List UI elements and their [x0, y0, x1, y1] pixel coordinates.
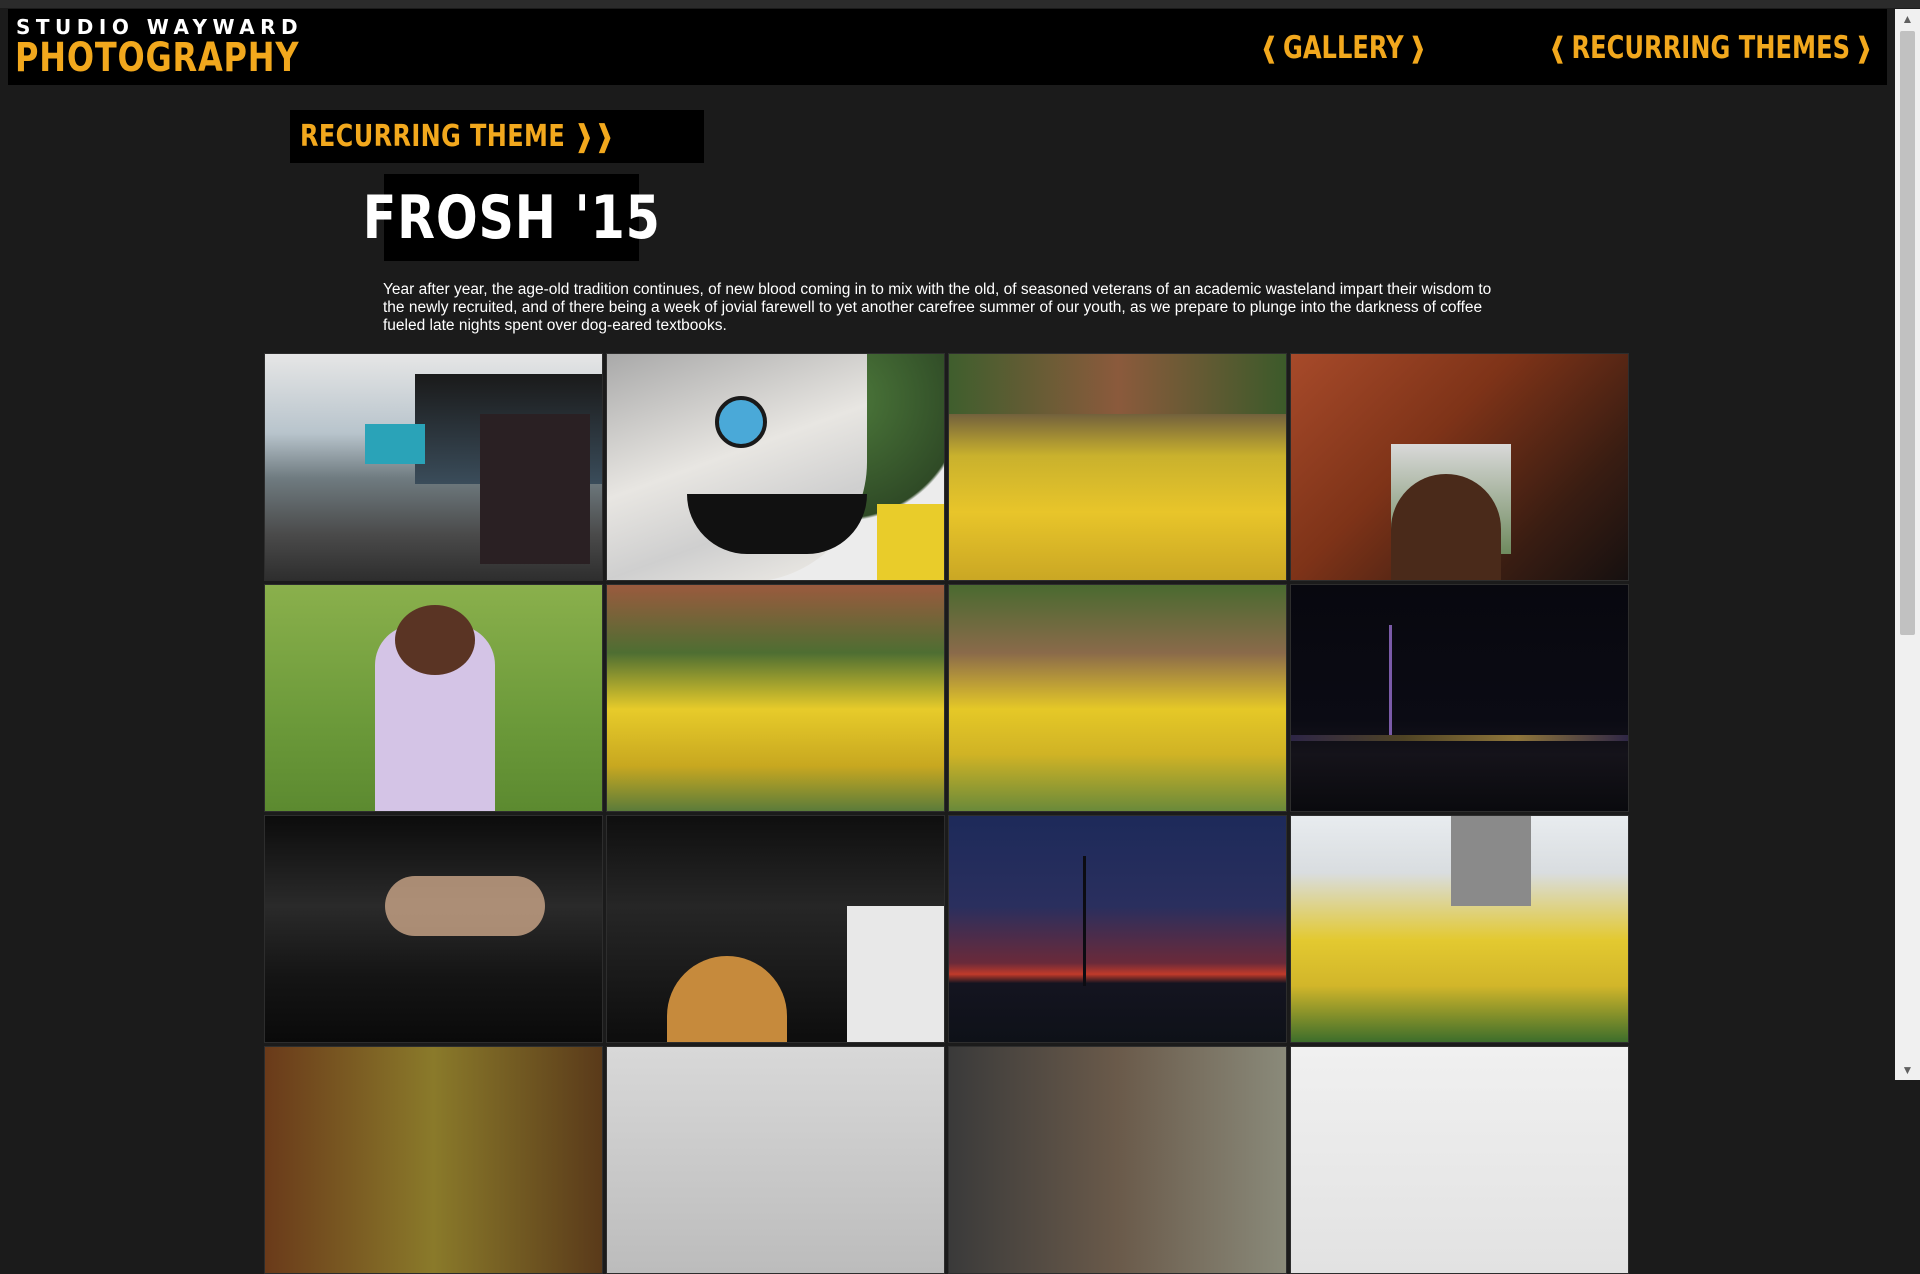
nav-gallery-label: GALLERY [1283, 30, 1405, 66]
page-description: Year after year, the age-old tradition c… [383, 281, 1492, 334]
recurring-theme-label: RECURRING THEME ❱❱ [300, 119, 615, 154]
nav-recurring-themes-label: RECURRING THEMES [1571, 30, 1851, 66]
photo-detail [1083, 856, 1086, 986]
photo-detail [847, 906, 944, 1042]
scroll-down-arrow-icon[interactable]: ▼ [1895, 1060, 1920, 1080]
photo-thumbnail[interactable] [606, 1046, 945, 1274]
photo-detail [385, 876, 545, 936]
page-title-box: FROSH '15 [363, 174, 660, 261]
photo-detail [667, 956, 787, 1042]
photo-thumbnail[interactable] [948, 1046, 1287, 1274]
photo-detail [480, 414, 590, 564]
right-bracket-icon: ❱ [1854, 31, 1873, 64]
photo-thumbnail[interactable] [606, 353, 945, 581]
photo-detail [1291, 735, 1628, 741]
photo-detail [1389, 625, 1392, 735]
nav-recurring-themes-link[interactable]: ❰ RECURRING THEMES ❱ [1549, 29, 1873, 67]
main-nav: ❰ GALLERY ❱ ❰ RECURRING THEMES ❱ [1213, 29, 1873, 67]
photo-detail [395, 605, 475, 675]
photo-thumbnail[interactable] [264, 1046, 603, 1274]
photo-detail [1451, 816, 1531, 906]
photo-detail [949, 354, 1286, 414]
photo-thumbnail[interactable] [264, 353, 603, 581]
photo-detail [715, 396, 767, 448]
photo-thumbnail[interactable] [606, 815, 945, 1043]
left-bracket-icon: ❰ [1260, 31, 1279, 64]
recurring-theme-link[interactable]: RECURRING THEME ❱❱ [290, 110, 704, 163]
photo-thumbnail[interactable] [948, 353, 1287, 581]
scroll-up-arrow-icon[interactable]: ▲ [1895, 9, 1920, 29]
nav-gallery-link[interactable]: ❰ GALLERY ❱ [1260, 29, 1427, 67]
photo-thumbnail[interactable] [1290, 1046, 1629, 1274]
scrollbar-thumb[interactable] [1900, 31, 1915, 635]
left-bracket-icon: ❰ [1548, 31, 1567, 64]
logo-main-text: PHOTOGRAPHY [15, 35, 300, 81]
photo-thumbnail[interactable] [264, 584, 603, 812]
photo-thumbnail[interactable] [948, 584, 1287, 812]
photo-thumbnail[interactable] [1290, 584, 1629, 812]
photo-thumbnail[interactable] [264, 815, 603, 1043]
photo-thumbnail[interactable] [948, 815, 1287, 1043]
site-header: STUDIO WAYWARD PHOTOGRAPHY ❰ GALLERY ❱ ❰… [8, 9, 1887, 85]
right-bracket-icon: ❱ [1408, 31, 1428, 64]
photo-thumbnail[interactable] [1290, 815, 1629, 1043]
page-title: FROSH '15 [362, 182, 661, 253]
photo-detail [1391, 474, 1501, 580]
photo-grid [264, 353, 1630, 1274]
photo-thumbnail[interactable] [606, 584, 945, 812]
photo-detail [365, 424, 425, 464]
photo-detail [877, 504, 944, 580]
photo-thumbnail[interactable] [1290, 353, 1629, 581]
vertical-scrollbar[interactable]: ▲ ▼ [1895, 9, 1920, 1080]
top-strip [0, 0, 1920, 8]
